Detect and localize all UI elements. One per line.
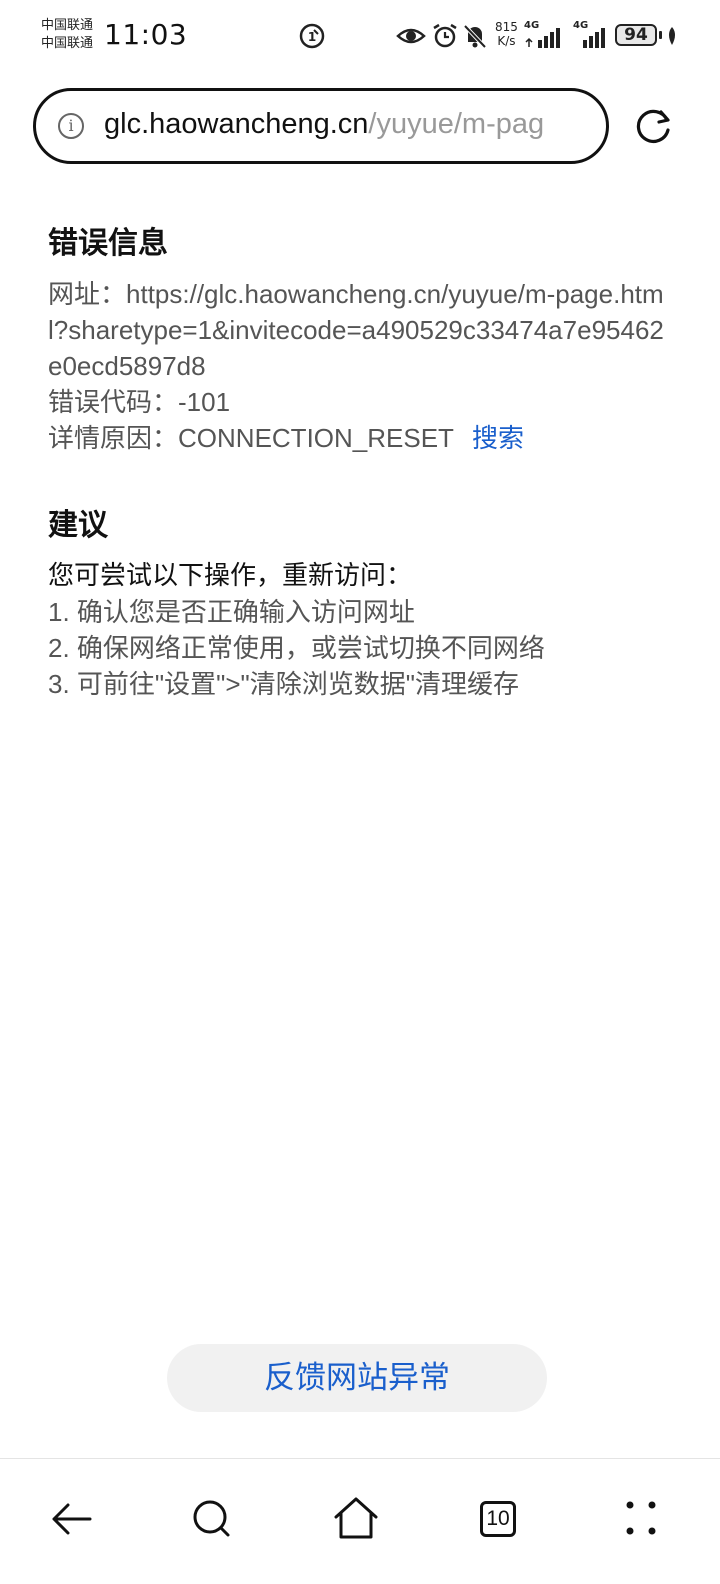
eye-icon <box>396 28 426 44</box>
feedback-button[interactable]: 反馈网站异常 <box>167 1344 547 1412</box>
url-path: /yuyue/m-pag <box>368 108 545 140</box>
suggestion-lead: 您可尝试以下操作，重新访问： <box>48 561 413 591</box>
error-reason-line: 详情原因：CONNECTION_RESET 搜索 <box>48 420 678 456</box>
home-icon[interactable] <box>326 1489 386 1549</box>
suggestion-item-1: 1. 确认您是否正确输入访问网址 <box>48 597 415 627</box>
reload-icon[interactable] <box>634 106 674 146</box>
error-title: 错误信息 <box>48 226 168 261</box>
error-url-line: 网址：https://glc.haowancheng.cn/yuyue/m-pa… <box>48 276 678 384</box>
net-speed: 815 K/s <box>495 20 518 48</box>
status-bar: 中国联通 中国联通 11:03 1 815 K/s 4G 4G 94 <box>0 0 720 72</box>
error-code-label: 错误代码： <box>48 387 179 417</box>
address-bar[interactable]: i glc.haowancheng.cn/yuyue/m-pag <box>33 88 609 164</box>
net-speed-value: 815 <box>495 20 518 34</box>
info-icon[interactable]: i <box>58 113 84 139</box>
search-link[interactable]: 搜索 <box>472 423 524 453</box>
clock: 11:03 <box>104 18 188 51</box>
error-page-content: 错误信息 网址：https://glc.haowancheng.cn/yuyue… <box>48 222 678 702</box>
url-host: glc.haowancheng.cn <box>104 108 369 140</box>
error-code-value: -101 <box>178 387 231 417</box>
net-speed-unit: K/s <box>497 34 516 48</box>
mute-bell-icon <box>463 24 487 49</box>
tabs-icon[interactable]: 10 <box>468 1489 528 1549</box>
url-text[interactable]: glc.haowancheng.cn/yuyue/m-pag <box>104 108 544 141</box>
battery-icon: 94 <box>615 24 657 46</box>
tab-count: 10 <box>480 1501 516 1537</box>
bottom-nav: 10 <box>0 1458 720 1584</box>
leaf-icon <box>669 27 675 45</box>
suggestion-item-2: 2. 确保网络正常使用，或尝试切换不同网络 <box>48 633 545 663</box>
alarm-icon <box>433 23 457 48</box>
signal-icon <box>583 28 605 48</box>
more-icon[interactable] <box>610 1489 670 1549</box>
error-reason-label: 详情原因： <box>48 423 179 453</box>
carrier-2: 中国联通 <box>41 36 94 51</box>
carrier-1: 中国联通 <box>41 18 94 33</box>
carrier-labels: 中国联通 中国联通 <box>41 17 93 53</box>
search-icon[interactable] <box>182 1489 242 1549</box>
battery-tip <box>659 31 662 39</box>
suggestion-item-3: 3. 可前往"设置">"清除浏览数据"清理缓存 <box>48 669 520 699</box>
suggestion-title: 建议 <box>48 508 108 543</box>
hd-call-icon: 1 <box>299 23 325 49</box>
error-code-line: 错误代码：-101 <box>48 384 678 420</box>
error-url-value: https://glc.haowancheng.cn/yuyue/m-page.… <box>48 279 664 381</box>
error-reason-value: CONNECTION_RESET <box>178 423 454 453</box>
back-arrow-icon[interactable] <box>42 1489 102 1549</box>
error-url-label: 网址： <box>48 279 127 309</box>
signal-icon <box>525 28 560 48</box>
